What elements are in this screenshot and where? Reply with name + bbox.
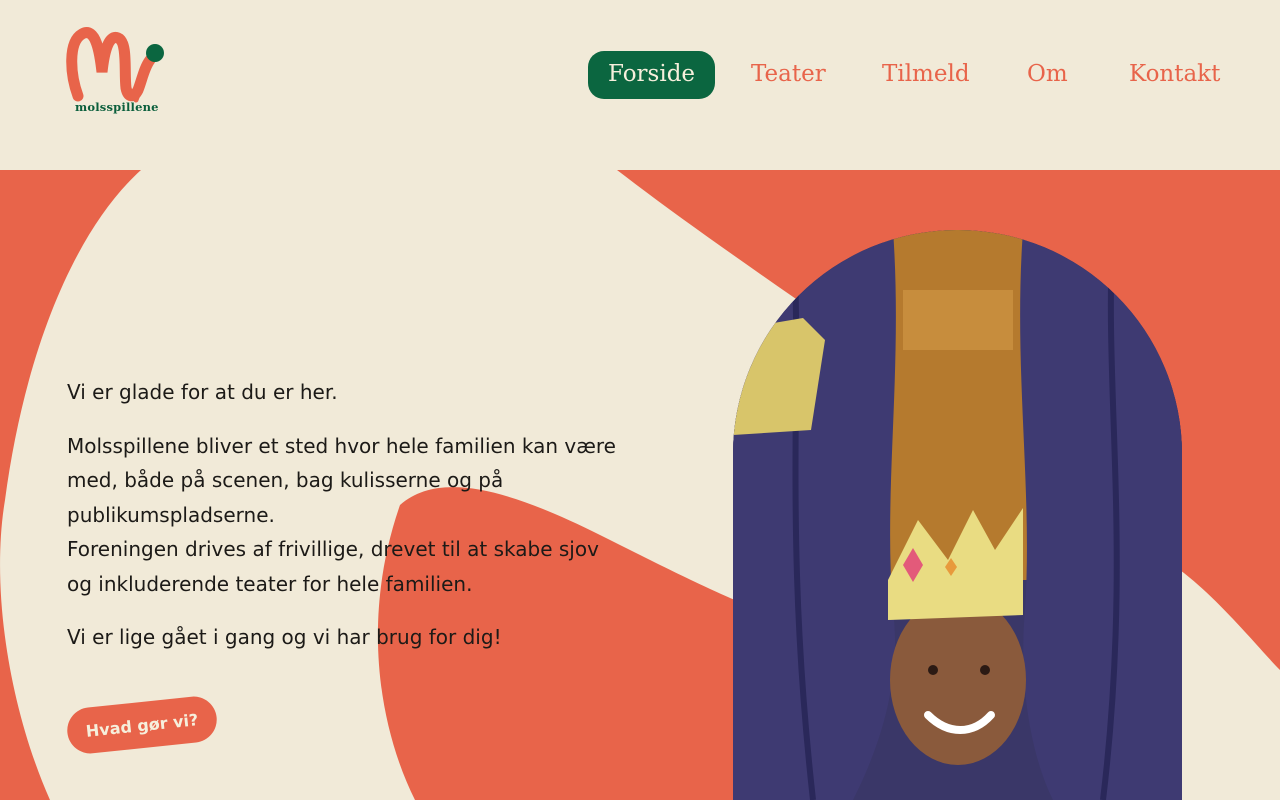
nav-item-kontakt[interactable]: Kontakt bbox=[1129, 51, 1220, 99]
site-header: molsspillene Forside Teater Tilmeld Om K… bbox=[0, 0, 1280, 170]
hero-closing: Vi er lige gået i gang og vi har brug fo… bbox=[67, 625, 502, 649]
hero-body-2: Foreningen drives af frivillige, drevet … bbox=[67, 537, 599, 596]
hero-section: Vi er glade for at du er her. Molsspille… bbox=[0, 170, 1280, 800]
nav-item-teater[interactable]: Teater bbox=[751, 51, 826, 99]
child-with-crown-icon bbox=[733, 230, 1182, 800]
hero-text: Vi er glade for at du er her. Molsspille… bbox=[67, 375, 627, 674]
hero-intro: Vi er glade for at du er her. bbox=[67, 380, 338, 404]
logo-dot bbox=[146, 44, 164, 62]
nav-item-om[interactable]: Om bbox=[1027, 51, 1068, 99]
logo-wordmark: molsspillene bbox=[75, 100, 159, 114]
nav-item-forside[interactable]: Forside bbox=[588, 51, 716, 99]
hero-body-1: Molsspillene bliver et sted hvor hele fa… bbox=[67, 433, 616, 527]
logo-m-mark bbox=[66, 27, 156, 102]
nav-item-tilmeld[interactable]: Tilmeld bbox=[882, 51, 970, 99]
hero-photo bbox=[733, 230, 1182, 800]
